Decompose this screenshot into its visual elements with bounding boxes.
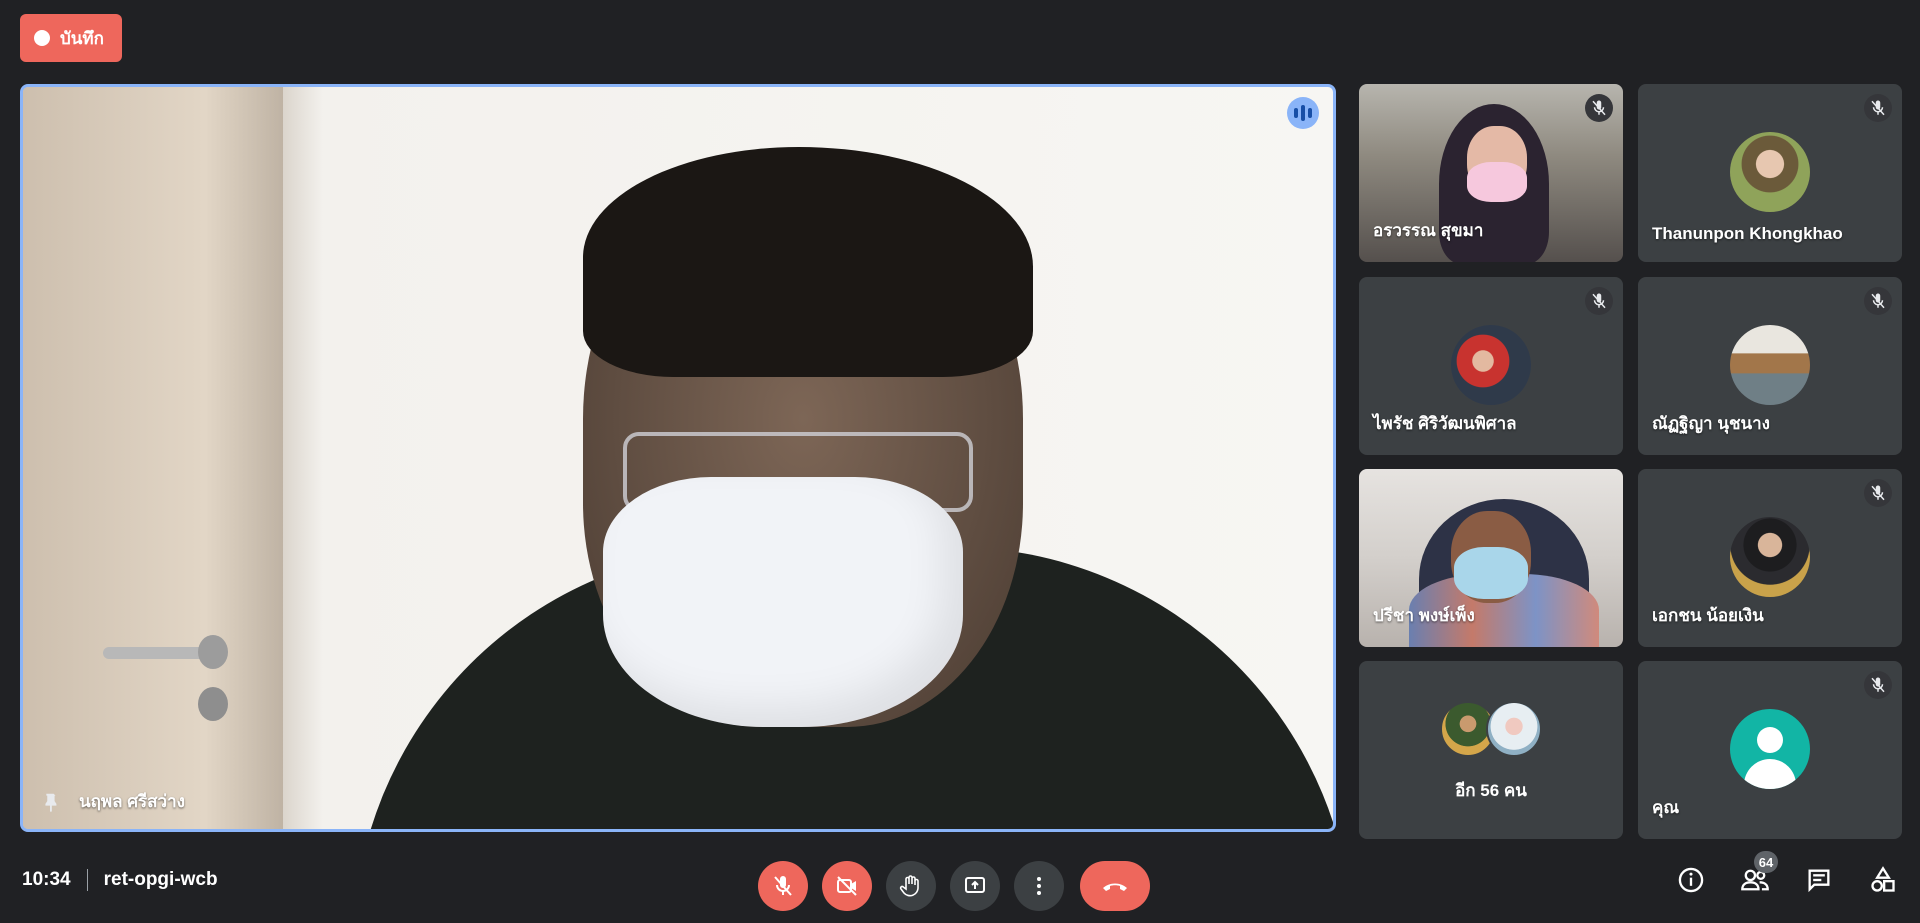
recording-label: บันทึก bbox=[60, 28, 104, 48]
camera-toggle-button[interactable] bbox=[822, 861, 872, 911]
speaker-mask bbox=[603, 477, 963, 727]
participant-avatar bbox=[1451, 325, 1531, 405]
hand-icon bbox=[899, 875, 919, 897]
clock-time: 10:34 bbox=[22, 869, 71, 890]
participant-name: คุณ bbox=[1652, 798, 1680, 817]
chat-button[interactable] bbox=[1804, 865, 1834, 895]
recording-badge[interactable]: บันทึก bbox=[20, 14, 122, 62]
more-participants-tile[interactable]: อีก 56 คน bbox=[1359, 661, 1623, 839]
leave-call-button[interactable] bbox=[1080, 861, 1150, 911]
mic-off-icon bbox=[1585, 94, 1613, 122]
pin-icon[interactable] bbox=[39, 791, 61, 813]
more-options-button[interactable] bbox=[1014, 861, 1064, 911]
mic-off-icon bbox=[1585, 287, 1613, 315]
participant-mask bbox=[1467, 162, 1527, 202]
door-lock bbox=[198, 687, 228, 721]
participant-avatar bbox=[1730, 132, 1810, 212]
activities-button[interactable] bbox=[1868, 865, 1898, 895]
participant-avatar bbox=[1730, 517, 1810, 597]
side-panel-controls: 64 bbox=[1676, 851, 1898, 895]
background-door bbox=[23, 87, 283, 829]
participant-name: Thanunpon Khongkhao bbox=[1652, 224, 1843, 243]
more-vert-icon bbox=[1037, 877, 1041, 895]
separator bbox=[86, 869, 88, 891]
participant-name: ไพรัช ศิริวัฒนพิศาล bbox=[1373, 414, 1517, 433]
chat-icon bbox=[1808, 869, 1830, 893]
mic-off-icon bbox=[1864, 671, 1892, 699]
activities-icon bbox=[1871, 866, 1895, 892]
user-avatar-icon bbox=[1730, 709, 1810, 789]
meeting-info: 10:34 ret-opgi-wcb bbox=[22, 869, 218, 891]
record-icon bbox=[34, 30, 50, 46]
mic-toggle-button[interactable] bbox=[758, 861, 808, 911]
mic-off-icon bbox=[1864, 479, 1892, 507]
speaker-hair bbox=[583, 147, 1033, 377]
bottom-toolbar: 10:34 ret-opgi-wcb 64 bbox=[0, 849, 1920, 923]
participant-tile[interactable]: อรวรรณ สุขมา bbox=[1359, 84, 1623, 262]
meeting-code: ret-opgi-wcb bbox=[103, 869, 218, 890]
participant-tile[interactable]: ปรีชา พงษ์เพ็ง bbox=[1359, 469, 1623, 647]
raise-hand-button[interactable] bbox=[886, 861, 936, 911]
mic-off-icon bbox=[1864, 94, 1892, 122]
participant-tile[interactable]: ณัฏฐิญา นุชนาง bbox=[1638, 277, 1902, 455]
present-screen-button[interactable] bbox=[950, 861, 1000, 911]
camera-off-icon bbox=[837, 876, 857, 896]
participant-avatar bbox=[1486, 701, 1542, 757]
mic-off-icon bbox=[1864, 287, 1892, 315]
hang-up-icon bbox=[1103, 883, 1127, 891]
main-speaker-name: นฤพล ศรีสว่าง bbox=[79, 792, 185, 811]
participant-tile[interactable]: ไพรัช ศิริวัฒนพิศาล bbox=[1359, 277, 1623, 455]
participant-name: เอกชน น้อยเงิน bbox=[1652, 606, 1764, 625]
participant-mask bbox=[1454, 547, 1528, 599]
main-speaker-name-row: นฤพล ศรีสว่าง bbox=[39, 788, 185, 815]
self-tile[interactable]: คุณ bbox=[1638, 661, 1902, 839]
meeting-details-button[interactable] bbox=[1676, 865, 1706, 895]
info-icon bbox=[1678, 867, 1704, 893]
main-speaker-tile[interactable]: นฤพล ศรีสว่าง bbox=[20, 84, 1336, 832]
participant-name: อรวรรณ สุขมา bbox=[1373, 221, 1484, 240]
present-icon bbox=[965, 877, 985, 893]
mic-off-icon bbox=[774, 876, 792, 896]
participant-tile[interactable]: เอกชน น้อยเงิน bbox=[1638, 469, 1902, 647]
more-participants-avatars bbox=[1440, 701, 1542, 757]
call-controls bbox=[758, 861, 1150, 911]
participant-avatar bbox=[1730, 325, 1810, 405]
participants-count-badge: 64 bbox=[1754, 851, 1778, 873]
more-participants-label: อีก 56 คน bbox=[1455, 781, 1527, 800]
participant-tile[interactable]: Thanunpon Khongkhao bbox=[1638, 84, 1902, 262]
speaking-indicator-icon bbox=[1287, 97, 1319, 129]
participants-button[interactable]: 64 bbox=[1740, 851, 1778, 895]
door-knob bbox=[198, 635, 228, 669]
participant-name: ปรีชา พงษ์เพ็ง bbox=[1373, 606, 1475, 625]
participant-name: ณัฏฐิญา นุชนาง bbox=[1652, 414, 1770, 433]
